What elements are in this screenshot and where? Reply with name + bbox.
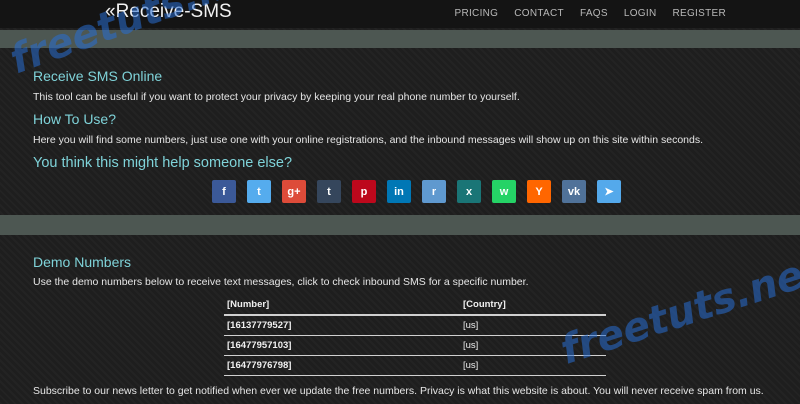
share-heading: You think this might help someone else? (33, 155, 293, 171)
howto-text: Here you will find some numbers, just us… (33, 134, 704, 146)
phone-number-link[interactable]: [16137779527] (224, 315, 460, 336)
share-button-xing[interactable]: x (457, 180, 481, 203)
intro-text: This tool can be useful if you want to p… (33, 91, 520, 103)
demo-numbers-table: [Number] [Country] [16137779527] [us] [1… (224, 295, 606, 376)
telegram-icon: ➤ (604, 186, 614, 198)
xing-icon: x (465, 185, 473, 198)
nav-item-login[interactable]: LOGIN (624, 8, 657, 19)
table-row[interactable]: [16137779527] [us] (224, 315, 606, 336)
share-button-linkedin[interactable]: in (387, 180, 411, 203)
share-button-facebook[interactable]: f (212, 180, 236, 203)
demo-text: Use the demo numbers below to receive te… (33, 276, 529, 288)
pinterest-icon: p (360, 185, 368, 198)
share-button-pinterest[interactable]: p (352, 180, 376, 203)
column-header-number: [Number] (224, 295, 460, 316)
vk-icon: vk (567, 185, 581, 198)
share-buttons: f t g+ t p in r x w Yvk ➤ (212, 180, 621, 203)
newsletter-text: Subscribe to our news letter to get noti… (33, 385, 764, 397)
howto-heading: How To Use? (33, 111, 117, 127)
linkedin-icon: in (394, 185, 404, 198)
phone-number-link[interactable]: [16477976798] (224, 355, 460, 376)
nav-item-faqs[interactable]: FAQS (580, 8, 608, 19)
share-button-telegram[interactable]: ➤ (597, 180, 621, 203)
column-header-country: [Country] (460, 295, 606, 316)
share-button-twitter[interactable]: t (247, 180, 271, 203)
share-button-reddit[interactable]: r (422, 180, 446, 203)
country-cell: [us] (460, 335, 606, 356)
country-cell: [us] (460, 355, 606, 376)
nav-item-pricing[interactable]: PRICING (454, 8, 498, 19)
share-button-vk[interactable]: vk (562, 180, 586, 203)
intro-heading: Receive SMS Online (33, 68, 163, 84)
tumblr-icon: t (327, 185, 331, 198)
nav-item-contact[interactable]: CONTACT (514, 8, 564, 19)
nav-item-register[interactable]: REGISTER (672, 8, 726, 19)
country-cell: [us] (460, 315, 606, 336)
google-plus-icon: g+ (287, 185, 301, 198)
share-button-google-plus[interactable]: g+ (282, 180, 306, 203)
hacker-news-icon: Y (535, 185, 543, 198)
nav-menu: PRICING CONTACT FAQS LOGIN REGISTER (454, 8, 726, 19)
table-row[interactable]: [16477976798] [us] (224, 355, 606, 376)
share-button-whatsapp[interactable]: w (492, 180, 516, 203)
facebook-icon: f (222, 185, 226, 198)
table-row[interactable]: [16477957103] [us] (224, 335, 606, 356)
whatsapp-icon: w (499, 185, 509, 198)
share-button-tumblr[interactable]: t (317, 180, 341, 203)
section-divider-middle (0, 215, 800, 235)
brand-logo[interactable]: «Receive-SMS (105, 1, 232, 23)
table-header-row: [Number] [Country] (224, 295, 606, 316)
share-button-hacker-news[interactable]: Y (527, 180, 551, 203)
demo-heading: Demo Numbers (33, 254, 132, 270)
reddit-icon: r (431, 185, 437, 198)
phone-number-link[interactable]: [16477957103] (224, 335, 460, 356)
top-navbar: «Receive-SMS PRICING CONTACT FAQS LOGIN … (0, 0, 800, 28)
section-divider-top (0, 30, 800, 48)
twitter-icon: t (257, 185, 261, 198)
